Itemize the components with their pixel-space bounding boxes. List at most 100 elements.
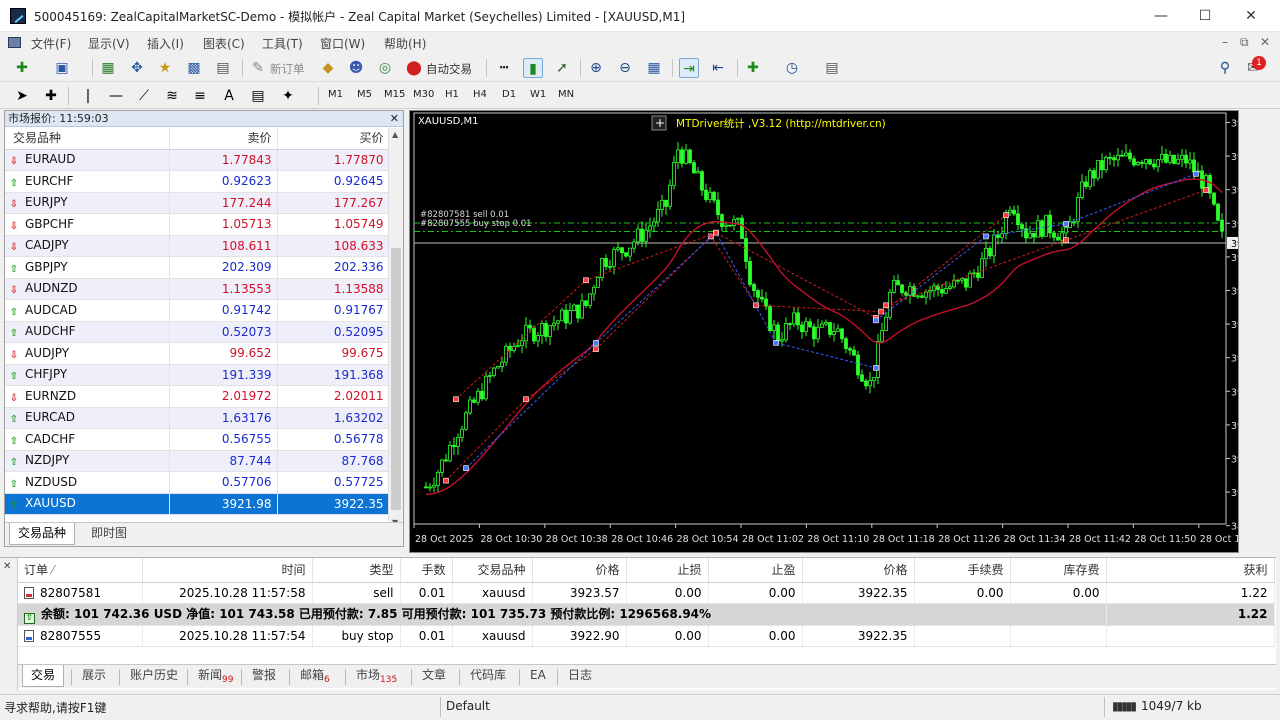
new-order-icon[interactable]: ✎ bbox=[248, 58, 268, 78]
menu-chart[interactable]: 图表(C) bbox=[203, 35, 245, 52]
terminal-tab[interactable]: 新闻99 bbox=[190, 665, 241, 687]
column-price[interactable]: 价格 bbox=[532, 558, 627, 583]
chart-shift-icon[interactable]: ⇤ bbox=[708, 58, 728, 78]
menu-file[interactable]: 文件(F) bbox=[31, 35, 71, 52]
timeframe-m30[interactable]: M30 bbox=[411, 87, 436, 102]
crosshair-icon[interactable]: ✚ bbox=[41, 86, 61, 106]
terminal-tab[interactable]: 日志 bbox=[560, 665, 600, 687]
community-icon[interactable]: ◎ bbox=[375, 58, 395, 78]
timeframe-m1[interactable]: M1 bbox=[326, 87, 345, 102]
column-profit[interactable]: 获利 bbox=[1106, 558, 1275, 583]
column-symbol[interactable]: 交易品种 bbox=[5, 127, 170, 150]
order-row[interactable]: 82807581 2025.10.28 11:57:58 sell 0.01 xauus… bbox=[18, 582, 1275, 604]
market-watch-row[interactable]: ⇩ AUDNZD 1.13553 1.13588 bbox=[5, 278, 390, 300]
close-button[interactable]: ✕ bbox=[1236, 6, 1266, 26]
channel-icon[interactable]: ≋ bbox=[162, 86, 182, 106]
minimize-button[interactable]: — bbox=[1146, 6, 1176, 26]
trendline-icon[interactable]: ⟋ bbox=[134, 86, 154, 106]
terminal-tab[interactable]: 文章 bbox=[414, 665, 454, 687]
market-watch-row[interactable]: ⇩ AUDJPY 99.652 99.675 bbox=[5, 342, 390, 365]
symbol-cell[interactable]: ⇩ AUDJPY bbox=[5, 342, 170, 365]
auto-trading-button[interactable]: 自动交易 bbox=[426, 61, 472, 77]
maximize-button[interactable]: ☐ bbox=[1190, 6, 1220, 26]
column-tp[interactable]: 止盈 bbox=[708, 558, 803, 583]
market-watch-row[interactable]: ⇧ AUDCAD 0.91742 0.91767 bbox=[5, 299, 390, 322]
cursor-icon[interactable]: ➤ bbox=[12, 86, 32, 106]
text-label-icon[interactable]: ▤ bbox=[248, 86, 268, 106]
profiles-icon[interactable]: ▣ bbox=[52, 58, 72, 78]
symbol-cell[interactable]: ⇧ CADCHF bbox=[5, 428, 170, 451]
strategy-tester-icon[interactable]: ▤ bbox=[213, 58, 233, 78]
zoom-out-icon[interactable]: ⊖ bbox=[615, 58, 635, 78]
market-watch-icon[interactable]: ▦ bbox=[98, 58, 118, 78]
column-current-price[interactable]: 价格 bbox=[802, 558, 915, 583]
menu-tools[interactable]: 工具(T) bbox=[262, 35, 303, 52]
market-watch-row[interactable]: ⇩ EURJPY 177.244 177.267 bbox=[5, 192, 390, 214]
data-window-icon[interactable]: ★ bbox=[155, 58, 175, 78]
tab-symbols[interactable]: 交易品种 bbox=[9, 523, 76, 545]
horizontal-line-icon[interactable]: — bbox=[106, 86, 126, 106]
notifications-icon[interactable]: ✉ 1 bbox=[1243, 56, 1266, 78]
symbol-cell[interactable]: ⇧ EURCAD bbox=[5, 407, 170, 429]
symbol-cell[interactable]: ⇧ GBPJPY bbox=[5, 256, 170, 279]
column-commission[interactable]: 手续费 bbox=[914, 558, 1011, 583]
signals-icon[interactable]: ☻ bbox=[346, 58, 366, 78]
column-time[interactable]: 时间 bbox=[142, 558, 313, 583]
symbol-cell[interactable]: ⇩ EURAUD bbox=[5, 149, 170, 171]
timeframe-d1[interactable]: D1 bbox=[500, 87, 518, 102]
symbol-cell[interactable]: ⇧ AUDCHF bbox=[5, 321, 170, 343]
market-watch-row[interactable]: ⇩ EURNZD 2.01972 2.02011 bbox=[5, 385, 390, 408]
menu-view[interactable]: 显示(V) bbox=[88, 35, 130, 52]
terminal-tab[interactable]: EA bbox=[522, 665, 554, 687]
terminal-tab[interactable]: 警报 bbox=[244, 665, 284, 687]
new-order-button[interactable]: 新订单 bbox=[270, 61, 305, 77]
market-watch-row[interactable]: ⇩ EURAUD 1.77843 1.77870 bbox=[5, 149, 390, 171]
timeframe-h4[interactable]: H4 bbox=[471, 87, 489, 102]
child-minimize-icon[interactable]: – bbox=[1222, 35, 1228, 49]
close-icon[interactable]: ✕ bbox=[3, 561, 11, 572]
terminal-tab[interactable]: 展示 bbox=[74, 665, 114, 687]
market-watch-row[interactable]: ⇧ NZDUSD 0.57706 0.57725 bbox=[5, 471, 390, 494]
scroll-thumb[interactable] bbox=[391, 248, 401, 510]
vertical-line-icon[interactable]: | bbox=[78, 86, 98, 106]
timeframe-mn[interactable]: MN bbox=[556, 87, 576, 102]
column-ticket[interactable]: 订单 ⁄ bbox=[18, 558, 143, 583]
close-icon[interactable]: ✕ bbox=[390, 111, 399, 126]
terminal-tab[interactable]: 账户历史 bbox=[122, 665, 186, 687]
market-watch-row[interactable]: ⇧ XAUUSD 3921.98 3922.35 bbox=[5, 493, 390, 515]
terminal-tab[interactable]: 邮箱6 bbox=[292, 665, 338, 687]
market-watch-row[interactable]: ⇧ EURCHF 0.92623 0.92645 bbox=[5, 170, 390, 193]
balance-row[interactable]: ⇧ 余额: 101 742.36 USD 净值: 101 743.58 已用预付款… bbox=[18, 603, 1275, 626]
child-restore-icon[interactable]: ⧉ bbox=[1240, 35, 1249, 50]
column-swap[interactable]: 库存费 bbox=[1010, 558, 1107, 583]
column-ask[interactable]: 买价 bbox=[277, 127, 390, 150]
candlestick-icon[interactable]: ▮ bbox=[523, 58, 543, 78]
text-icon[interactable]: A bbox=[219, 86, 239, 106]
symbol-cell[interactable]: ⇧ XAUUSD bbox=[5, 493, 170, 515]
timeframe-m5[interactable]: M5 bbox=[355, 87, 374, 102]
symbol-cell[interactable]: ⇧ NZDUSD bbox=[5, 471, 170, 494]
timeframe-w1[interactable]: W1 bbox=[528, 87, 548, 102]
symbol-cell[interactable]: ⇧ AUDCAD bbox=[5, 299, 170, 322]
market-watch-row[interactable]: ⇧ NZDJPY 87.744 87.768 bbox=[5, 450, 390, 472]
child-close-icon[interactable]: ✕ bbox=[1260, 35, 1270, 49]
symbol-cell[interactable]: ⇩ CADJPY bbox=[5, 235, 170, 257]
market-watch-row[interactable]: ⇧ CADCHF 0.56755 0.56778 bbox=[5, 428, 390, 451]
templates-icon[interactable]: ▤ bbox=[822, 58, 842, 78]
column-symbol[interactable]: 交易品种 bbox=[452, 558, 533, 583]
fibonacci-icon[interactable]: ≡ bbox=[190, 86, 210, 106]
timeframe-m15[interactable]: M15 bbox=[382, 87, 407, 102]
terminal-tab[interactable]: 交易 bbox=[22, 665, 65, 687]
metaeditor-icon[interactable]: ◆ bbox=[318, 58, 338, 78]
navigator-icon[interactable]: ✥ bbox=[127, 58, 147, 78]
market-watch-row[interactable]: ⇧ GBPJPY 202.309 202.336 bbox=[5, 256, 390, 279]
symbol-cell[interactable]: ⇧ EURCHF bbox=[5, 170, 170, 193]
chart-window[interactable]: 3931.60 3928.90 3926.25 3923.55 3920.85 3918.… bbox=[409, 110, 1239, 553]
menu-window[interactable]: 窗口(W) bbox=[320, 35, 365, 52]
column-type[interactable]: 类型 bbox=[312, 558, 401, 583]
shapes-icon[interactable]: ✦ bbox=[278, 86, 298, 106]
market-watch-row[interactable]: ⇧ AUDCHF 0.52073 0.52095 bbox=[5, 321, 390, 343]
bar-chart-icon[interactable]: ┅ bbox=[494, 58, 514, 78]
menu-help[interactable]: 帮助(H) bbox=[384, 35, 426, 52]
column-sl[interactable]: 止损 bbox=[626, 558, 709, 583]
